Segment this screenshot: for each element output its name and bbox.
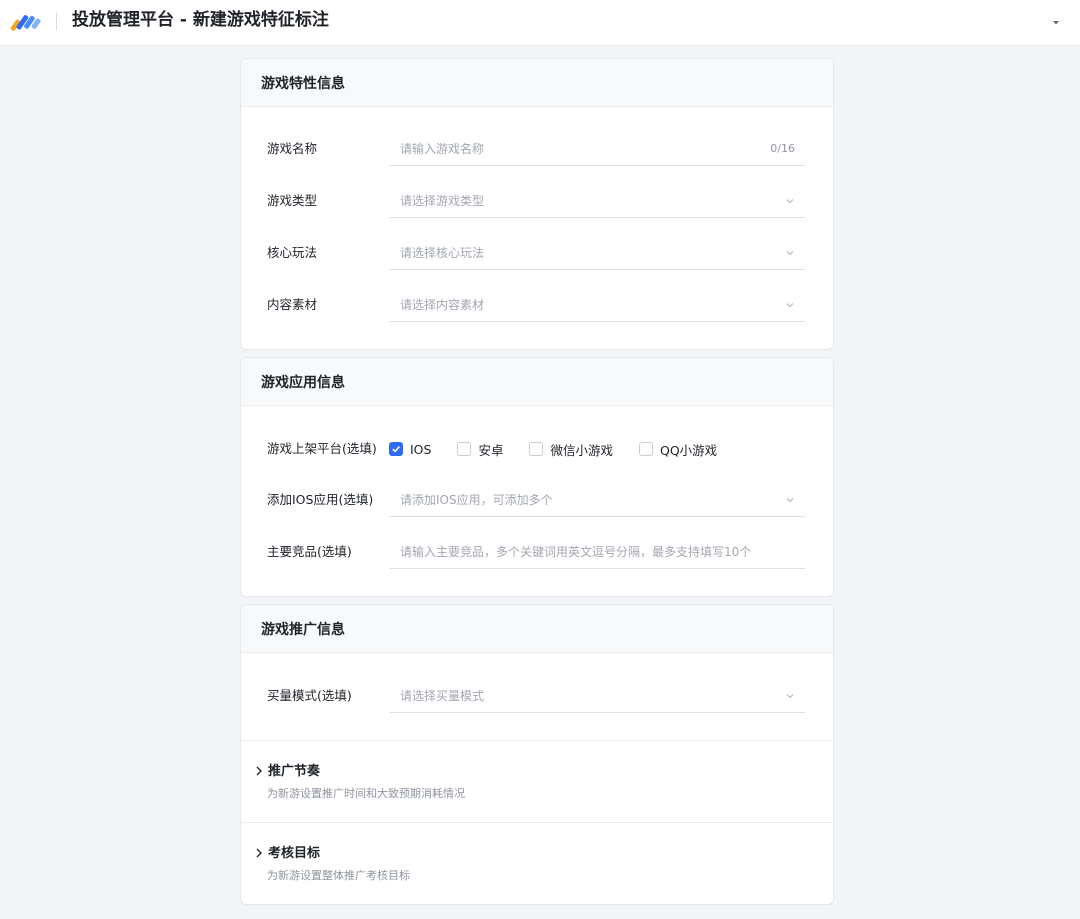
content-material-row: 内容素材 请选择内容素材 [267, 288, 805, 322]
chevron-right-icon[interactable] [254, 847, 264, 859]
promo-card-title: 游戏推广信息 [261, 621, 345, 638]
platform-android-checkbox[interactable]: 安卓 [457, 440, 503, 459]
assessment-target-desc: 为新游设置整体推广考核目标 [267, 869, 410, 882]
game-name-field[interactable]: 0/16 [389, 132, 805, 166]
ios-app-label: 添加IOS应用(选填) [267, 492, 374, 507]
competitors-input[interactable] [400, 543, 800, 561]
chevron-right-icon[interactable] [254, 765, 264, 777]
checkbox-icon[interactable] [639, 442, 653, 456]
platform-wechat-checkbox[interactable]: 微信小游戏 [529, 440, 613, 459]
game-type-placeholder: 请选择游戏类型 [400, 194, 485, 208]
game-name-row: 游戏名称 0/16 [267, 132, 805, 166]
game-type-label: 游戏类型 [267, 193, 318, 208]
core-gameplay-select[interactable]: 请选择核心玩法 [389, 236, 805, 270]
caret-down-icon[interactable] [1049, 15, 1063, 29]
assessment-target-title: 考核目标 [268, 846, 321, 861]
core-gameplay-placeholder: 请选择核心玩法 [400, 246, 485, 260]
platform-ios-label: IOS [410, 441, 432, 457]
platform-wechat-label: 微信小游戏 [550, 442, 613, 458]
content-material-label: 内容素材 [267, 297, 318, 312]
assessment-target-collapse[interactable]: 考核目标 为新游设置整体推广考核目标 [241, 822, 833, 904]
app-card-header: 游戏应用信息 [241, 358, 833, 406]
core-gameplay-label: 核心玩法 [267, 245, 318, 260]
chevron-down-icon [786, 498, 794, 503]
app-card: 游戏应用信息 游戏上架平台(选填) IOS 安卓 微信小游戏 QQ小游戏 添加I… [240, 357, 834, 597]
platforms-label: 游戏上架平台(选填) [267, 441, 377, 456]
buy-mode-label: 买量模式(选填) [267, 688, 352, 703]
platform-android-label: 安卓 [478, 442, 504, 458]
competitors-row: 主要竞品(选填) [267, 535, 805, 569]
features-card-title: 游戏特性信息 [261, 75, 345, 92]
platforms-row: 游戏上架平台(选填) IOS 安卓 微信小游戏 QQ小游戏 [267, 432, 805, 466]
competitors-label: 主要竞品(选填) [267, 544, 352, 559]
platform-qq-checkbox[interactable]: QQ小游戏 [639, 440, 717, 459]
buy-mode-select[interactable]: 请选择买量模式 [389, 679, 805, 713]
page-title: 投放管理平台 - 新建游戏特征标注 [72, 10, 329, 30]
game-name-input[interactable] [400, 140, 760, 158]
game-type-select[interactable]: 请选择游戏类型 [389, 184, 805, 218]
promo-rhythm-collapse[interactable]: 推广节奏 为新游设置推广时间和大致预期消耗情况 [241, 740, 833, 822]
content-material-select[interactable]: 请选择内容素材 [389, 288, 805, 322]
features-card: 游戏特性信息 游戏名称 0/16 游戏类型 请选择游戏类型 核心玩法 请选择核心… [240, 58, 834, 350]
ios-app-select[interactable]: 请添加IOS应用，可添加多个 [389, 483, 805, 517]
app-card-title: 游戏应用信息 [261, 374, 345, 391]
competitors-field[interactable] [389, 535, 805, 569]
checkbox-checked-icon[interactable] [389, 442, 403, 456]
platform-checkbox-group: IOS 安卓 微信小游戏 QQ小游戏 [389, 432, 743, 466]
platform-ios-checkbox[interactable]: IOS [389, 442, 431, 457]
promo-card: 游戏推广信息 买量模式(选填) 请选择买量模式 推广节奏 为新游设置推广时间和大… [240, 604, 834, 905]
promo-rhythm-desc: 为新游设置推广时间和大致预期消耗情况 [267, 787, 465, 800]
promo-card-header: 游戏推广信息 [241, 605, 833, 653]
chevron-down-icon [786, 694, 794, 699]
chevron-down-icon [786, 251, 794, 256]
game-name-label: 游戏名称 [267, 141, 318, 156]
core-gameplay-row: 核心玩法 请选择核心玩法 [267, 236, 805, 270]
ios-app-placeholder: 请添加IOS应用，可添加多个 [400, 493, 553, 507]
checkbox-icon[interactable] [457, 442, 472, 456]
header-divider [56, 12, 57, 30]
chevron-down-icon [786, 199, 794, 204]
buy-mode-placeholder: 请选择买量模式 [400, 689, 485, 703]
features-card-header: 游戏特性信息 [241, 59, 833, 107]
chevron-down-icon [786, 303, 794, 308]
promo-rhythm-title: 推广节奏 [268, 764, 321, 779]
game-name-counter: 0/16 [770, 142, 795, 155]
game-type-row: 游戏类型 请选择游戏类型 [267, 184, 805, 218]
ios-app-row: 添加IOS应用(选填) 请添加IOS应用，可添加多个 [267, 483, 805, 517]
buy-mode-row: 买量模式(选填) 请选择买量模式 [267, 679, 805, 713]
platform-qq-label: QQ小游戏 [660, 442, 718, 458]
brand-logo-icon[interactable] [10, 9, 44, 33]
content-material-placeholder: 请选择内容素材 [400, 298, 485, 312]
top-bar: 投放管理平台 - 新建游戏特征标注 [0, 0, 1080, 46]
checkbox-icon[interactable] [529, 442, 544, 456]
